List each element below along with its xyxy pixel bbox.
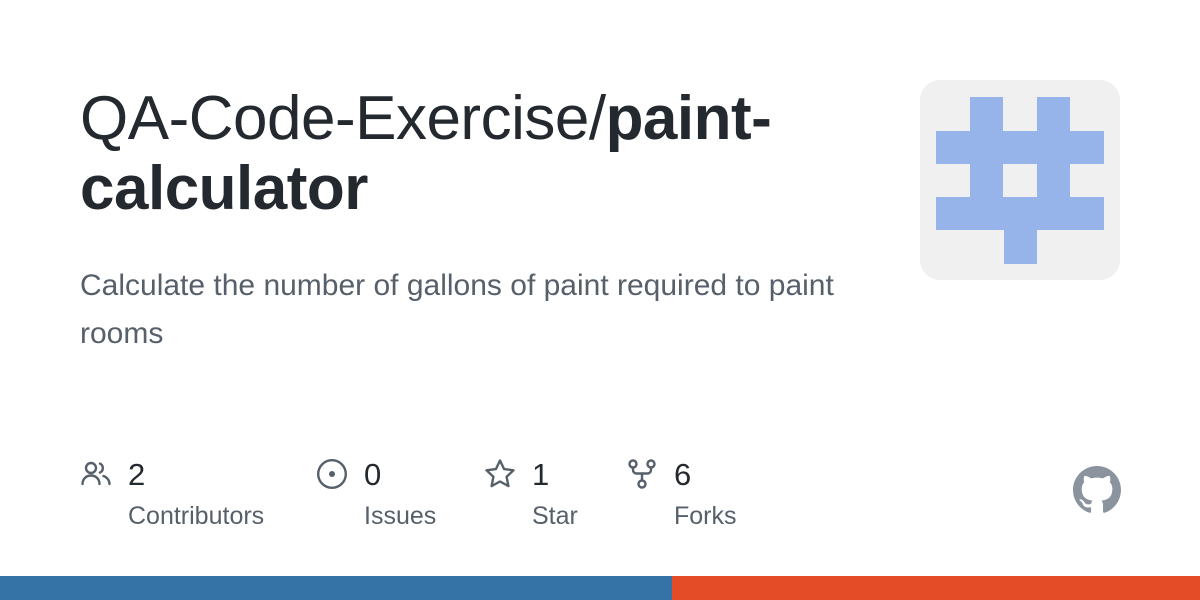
star-icon (484, 458, 516, 490)
repo-description: Calculate the number of gallons of paint… (80, 269, 834, 350)
language-segment (672, 576, 1200, 600)
repo-social-card: QA-Code-Exercise/paint-calculator Calcul… (0, 0, 1200, 600)
identicon-block (936, 131, 1104, 164)
people-icon (80, 458, 112, 490)
stars-label: Star (532, 502, 578, 530)
language-bar (0, 576, 1200, 600)
stars-count: 1 (532, 457, 550, 492)
forks-label: Forks (674, 502, 737, 530)
contributors-label: Contributors (128, 502, 265, 530)
github-mark-icon (1073, 466, 1121, 513)
issues-label: Issues (364, 502, 437, 530)
identicon-block (970, 97, 1003, 131)
identicon-block (970, 164, 1003, 197)
issue-opened-icon (316, 458, 348, 490)
repo-forked-icon (626, 458, 658, 490)
identicon-block (1004, 230, 1037, 264)
contributors-count: 2 (128, 457, 146, 492)
identicon-block (936, 197, 1104, 230)
repo-owner[interactable]: QA-Code-Exercise/ (80, 84, 606, 153)
owner-avatar[interactable] (920, 80, 1120, 280)
identicon-block (1037, 97, 1070, 131)
identicon-block (1037, 164, 1070, 197)
identicon-icon (936, 97, 1104, 264)
github-logo[interactable] (1073, 466, 1121, 514)
language-segment (0, 576, 672, 600)
forks-count: 6 (674, 457, 692, 492)
issues-count: 0 (364, 457, 382, 492)
repo-title[interactable]: QA-Code-Exercise/paint-calculator (80, 84, 880, 224)
